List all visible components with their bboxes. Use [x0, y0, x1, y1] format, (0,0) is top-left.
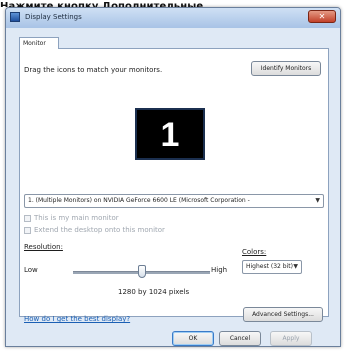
main-monitor-label: This is my main monitor: [34, 214, 119, 222]
resolution-value: 1280 by 1024 pixels: [118, 288, 190, 296]
close-icon: ✕: [318, 12, 326, 21]
monitor-tab-panel: [19, 48, 329, 317]
colors-select[interactable]: Highest (32 bit) ▼: [242, 260, 302, 274]
chevron-down-icon: ▼: [315, 197, 320, 204]
colors-select-value: Highest (32 bit): [246, 263, 293, 270]
display-settings-window: Display Settings ✕ Monitor Drag the icon…: [5, 7, 341, 347]
monitor-select-value: 1. (Multiple Monitors) on NVIDIA GeForce…: [28, 197, 250, 204]
title-bar[interactable]: Display Settings ✕: [6, 8, 340, 28]
advanced-settings-button[interactable]: Advanced Settings...: [243, 307, 323, 322]
resolution-slider-thumb[interactable]: [137, 265, 146, 278]
main-monitor-checkbox[interactable]: [24, 215, 31, 222]
chevron-down-icon: ▼: [293, 263, 298, 270]
resolution-label: Resolution:: [24, 243, 63, 251]
apply-button[interactable]: Apply: [270, 331, 312, 346]
tab-monitor[interactable]: Monitor: [19, 37, 59, 49]
resolution-low-label: Low: [24, 266, 38, 274]
monitor-1-icon[interactable]: 1: [135, 108, 205, 160]
resolution-high-label: High: [211, 266, 228, 274]
ok-button[interactable]: OK: [172, 331, 214, 346]
identify-monitors-button[interactable]: Identify Monitors: [251, 61, 321, 76]
window-title: Display Settings: [25, 13, 82, 21]
help-link[interactable]: How do I get the best display?: [24, 315, 130, 323]
cancel-button[interactable]: Cancel: [219, 331, 261, 346]
instructions-text: Drag the icons to match your monitors.: [24, 66, 163, 74]
display-settings-icon: [10, 12, 20, 22]
colors-label: Colors:: [242, 248, 267, 256]
monitor-number: 1: [160, 116, 180, 154]
extend-desktop-checkbox[interactable]: [24, 227, 31, 234]
close-button[interactable]: ✕: [308, 10, 336, 23]
caption-text: Нажмите кнопку Дополнительные: [0, 1, 204, 7]
monitor-select[interactable]: 1. (Multiple Monitors) on NVIDIA GeForce…: [24, 194, 324, 208]
extend-desktop-label: Extend the desktop onto this monitor: [34, 226, 165, 234]
